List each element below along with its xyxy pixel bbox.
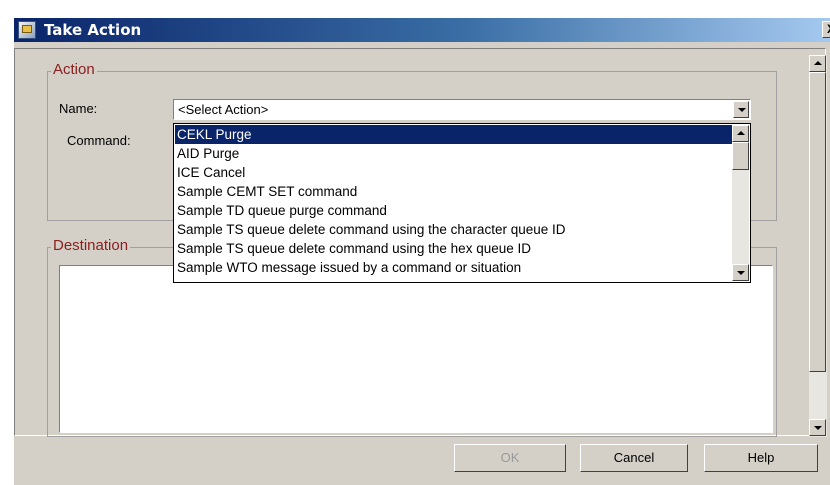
list-item[interactable]: Sample TS queue delete command using the… xyxy=(175,239,732,258)
help-button[interactable]: Help xyxy=(704,444,818,472)
action-legend: Action xyxy=(51,61,97,78)
scroll-up-arrow-icon xyxy=(737,131,745,135)
chevron-down-icon xyxy=(738,108,746,112)
dropdown-scrollbar[interactable] xyxy=(732,125,749,281)
scroll-up-button[interactable] xyxy=(732,125,749,142)
list-item[interactable]: Sample TD queue purge command xyxy=(175,201,732,220)
list-item[interactable]: Sample CEMT SET command xyxy=(175,182,732,201)
dropdown-button[interactable] xyxy=(733,101,749,118)
scroll-down-button[interactable] xyxy=(732,264,749,281)
content-scroll-area: Action Name: Command: <Select Action> De… xyxy=(14,48,827,437)
scroll-down-arrow-icon xyxy=(737,271,745,275)
content-scrollbar[interactable] xyxy=(809,55,827,437)
scroll-up-button[interactable] xyxy=(809,55,826,72)
take-action-icon xyxy=(18,21,36,39)
cancel-button[interactable]: Cancel xyxy=(580,444,688,472)
title-bar[interactable]: Take Action X xyxy=(14,18,830,42)
dialog-body: Action Name: Command: <Select Action> De… xyxy=(14,42,830,485)
action-dropdown-list[interactable]: CEKL Purge AID Purge ICE Cancel Sample C… xyxy=(173,123,751,283)
scroll-up-arrow-icon xyxy=(814,61,822,65)
destination-list[interactable] xyxy=(59,265,773,433)
action-name-select[interactable]: <Select Action> xyxy=(173,99,751,120)
ok-button[interactable]: OK xyxy=(454,444,566,472)
list-item[interactable]: CEKL Purge xyxy=(175,125,732,144)
list-item[interactable]: Sample WTO message issued by a command o… xyxy=(175,258,732,277)
scroll-thumb[interactable] xyxy=(732,142,749,170)
list-item[interactable]: Sample TS queue delete command using the… xyxy=(175,220,732,239)
list-item[interactable]: AID Purge xyxy=(175,144,732,163)
window-title: Take Action xyxy=(44,21,142,39)
destination-legend: Destination xyxy=(51,237,131,254)
scroll-down-arrow-icon xyxy=(814,426,822,430)
take-action-dialog: Take Action X Action Name: Command: <Sel… xyxy=(0,0,830,485)
command-label: Command: xyxy=(67,133,131,148)
name-label: Name: xyxy=(59,101,98,116)
scroll-down-button[interactable] xyxy=(809,419,826,436)
list-item[interactable]: ICE Cancel xyxy=(175,163,732,182)
scroll-thumb[interactable] xyxy=(809,72,826,372)
close-button[interactable]: X xyxy=(822,21,830,38)
action-name-value: <Select Action> xyxy=(178,102,269,117)
